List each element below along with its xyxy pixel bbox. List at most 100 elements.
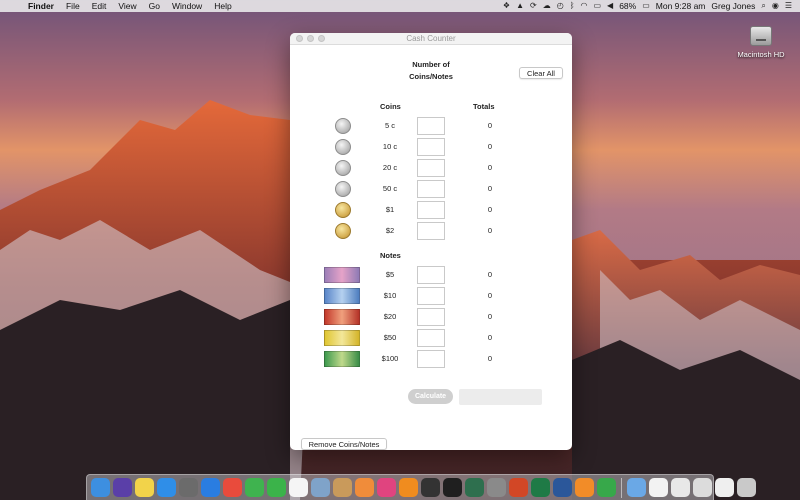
menu-app-finder[interactable]: Finder bbox=[22, 0, 60, 12]
note-label: $10 bbox=[383, 291, 397, 300]
terminal-icon[interactable] bbox=[443, 478, 462, 497]
cloud-icon[interactable]: ☁ bbox=[543, 0, 551, 12]
menu-bar: Finder File Edit View Go Window Help ❖ ▲… bbox=[0, 0, 800, 12]
downloads-folder-icon[interactable] bbox=[627, 478, 646, 497]
hard-drive-icon[interactable] bbox=[750, 26, 772, 46]
clear-all-button[interactable]: Clear All bbox=[519, 67, 563, 79]
number-header: Number of Coins/Notes bbox=[409, 60, 453, 81]
coin-row: 10 c 0 bbox=[290, 138, 572, 156]
battery-percent[interactable]: 68% bbox=[619, 0, 636, 12]
final-cut-icon[interactable] bbox=[421, 478, 440, 497]
coin-count-input[interactable] bbox=[417, 117, 445, 135]
menubar-clock[interactable]: Mon 9:28 am bbox=[656, 0, 706, 12]
volume-icon[interactable]: ◀ bbox=[607, 0, 613, 12]
remove-coins-notes-button[interactable]: Remove Coins/Notes bbox=[301, 438, 387, 450]
safari-icon[interactable] bbox=[201, 478, 220, 497]
note-label: $20 bbox=[383, 312, 397, 321]
search-icon[interactable]: ⌕ bbox=[761, 0, 765, 12]
document-3-icon[interactable] bbox=[693, 478, 712, 497]
coins-heading: Coins bbox=[380, 102, 401, 111]
coin-row: $2 0 bbox=[290, 222, 572, 240]
note-count-input[interactable] bbox=[417, 266, 445, 284]
wifi-icon[interactable]: ◠ bbox=[581, 0, 588, 12]
document-2-icon[interactable] bbox=[671, 478, 690, 497]
coin-image-icon bbox=[335, 160, 351, 176]
menu-window[interactable]: Window bbox=[166, 0, 208, 12]
desktop-disk[interactable]: Macintosh HD bbox=[732, 26, 790, 59]
sync-icon[interactable]: ⟳ bbox=[530, 0, 537, 12]
itunes-icon[interactable] bbox=[377, 478, 396, 497]
excel-icon[interactable] bbox=[531, 478, 550, 497]
menu-edit[interactable]: Edit bbox=[86, 0, 113, 12]
coin-total: 0 bbox=[487, 121, 493, 130]
menu-go[interactable]: Go bbox=[143, 0, 166, 12]
note-total: 0 bbox=[487, 354, 493, 363]
note-total: 0 bbox=[487, 333, 493, 342]
note-row: $10 0 bbox=[290, 287, 572, 305]
coin-count-input[interactable] bbox=[417, 159, 445, 177]
menubar-user[interactable]: Greg Jones bbox=[711, 0, 755, 12]
note-label: $50 bbox=[383, 333, 397, 342]
photos-browser-icon[interactable] bbox=[311, 478, 330, 497]
mail-icon[interactable] bbox=[715, 478, 734, 497]
bluetooth-icon[interactable]: ᛒ bbox=[570, 0, 575, 12]
note-row: $5 0 bbox=[290, 266, 572, 284]
trash-icon[interactable] bbox=[737, 478, 756, 497]
calculate-button[interactable]: Calculate bbox=[408, 389, 453, 404]
system-preferences-icon[interactable] bbox=[487, 478, 506, 497]
coin-count-input[interactable] bbox=[417, 138, 445, 156]
coin-image-icon bbox=[335, 181, 351, 197]
coin-total: 0 bbox=[487, 142, 493, 151]
app-store-icon[interactable] bbox=[157, 478, 176, 497]
contacts-icon[interactable] bbox=[333, 478, 352, 497]
notes-icon[interactable] bbox=[135, 478, 154, 497]
coin-image-icon bbox=[335, 139, 351, 155]
powerpoint-icon[interactable] bbox=[509, 478, 528, 497]
coin-count-input[interactable] bbox=[417, 201, 445, 219]
coin-label: 50 c bbox=[382, 184, 398, 193]
launchpad-icon[interactable] bbox=[179, 478, 198, 497]
siri-icon[interactable]: ◉ bbox=[772, 0, 779, 12]
note-count-input[interactable] bbox=[417, 329, 445, 347]
coin-image-icon bbox=[335, 202, 351, 218]
banknote-image-icon bbox=[324, 288, 360, 304]
drive-icon[interactable]: ▲ bbox=[516, 0, 524, 12]
coin-label: 20 c bbox=[382, 163, 398, 172]
coin-count-input[interactable] bbox=[417, 222, 445, 240]
note-count-input[interactable] bbox=[417, 287, 445, 305]
notification-list-icon[interactable]: ☰ bbox=[785, 0, 792, 12]
word-icon[interactable] bbox=[553, 478, 572, 497]
note-count-input[interactable] bbox=[417, 350, 445, 368]
menu-file[interactable]: File bbox=[60, 0, 86, 12]
dock bbox=[86, 474, 756, 500]
coin-total: 0 bbox=[487, 205, 493, 214]
pages-icon[interactable] bbox=[575, 478, 594, 497]
facetime-icon[interactable] bbox=[267, 478, 286, 497]
ibooks-icon[interactable] bbox=[399, 478, 418, 497]
airplay-icon[interactable]: ▭ bbox=[593, 0, 601, 12]
battery-icon[interactable]: ▭ bbox=[642, 0, 650, 12]
note-count-input[interactable] bbox=[417, 308, 445, 326]
chrome-icon[interactable] bbox=[223, 478, 242, 497]
menu-help[interactable]: Help bbox=[208, 0, 237, 12]
time-machine-dock-icon[interactable] bbox=[465, 478, 484, 497]
title-bar[interactable]: Cash Counter bbox=[290, 33, 572, 45]
note-label: $100 bbox=[381, 354, 399, 363]
menu-view[interactable]: View bbox=[112, 0, 142, 12]
numbers-icon[interactable] bbox=[597, 478, 616, 497]
finder-icon[interactable] bbox=[91, 478, 110, 497]
dropbox-icon[interactable]: ❖ bbox=[503, 0, 510, 12]
messages-icon[interactable] bbox=[245, 478, 264, 497]
photos-icon[interactable] bbox=[355, 478, 374, 497]
notes-heading: Notes bbox=[380, 251, 401, 260]
coin-image-icon bbox=[335, 223, 351, 239]
coin-total: 0 bbox=[487, 163, 493, 172]
banknote-image-icon bbox=[324, 267, 360, 283]
time-machine-icon[interactable]: ◴ bbox=[557, 0, 564, 12]
coin-count-input[interactable] bbox=[417, 180, 445, 198]
document-icon[interactable] bbox=[649, 478, 668, 497]
calendar-icon[interactable] bbox=[289, 478, 308, 497]
siri-dock-icon[interactable] bbox=[113, 478, 132, 497]
coin-label: $2 bbox=[385, 226, 395, 235]
banknote-image-icon bbox=[324, 330, 360, 346]
